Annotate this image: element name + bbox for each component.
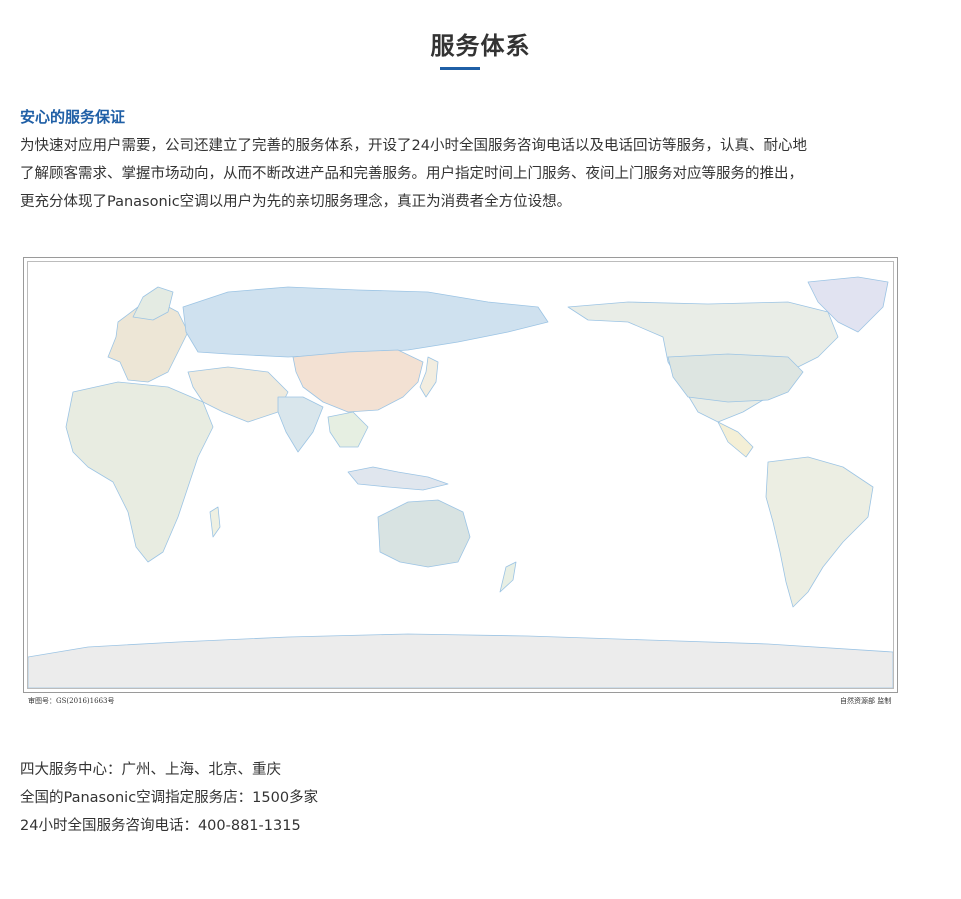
intro-line: 了解顾客需求、掌握市场动向，从而不断改进产品和完善服务。用户指定时间上门服务、夜… — [20, 166, 803, 182]
service-hotline: 24小时全国服务咨询电话：400-881-1315 — [20, 818, 301, 834]
map-approval-number: 审图号：GS(2016)1663号 — [28, 697, 115, 705]
map-region-indonesia — [347, 466, 449, 491]
title-underline — [440, 67, 480, 70]
map-region-usa — [667, 353, 804, 403]
map-region-madagascar — [209, 506, 221, 538]
world-map-drawing — [28, 276, 893, 688]
map-region-antarctica — [28, 633, 893, 688]
map-region-new-zealand — [499, 561, 517, 593]
intro-paragraph: 为快速对应用户需要，公司还建立了完善的服务体系，开设了24小时全国服务咨询电话以… — [20, 132, 920, 216]
map-publisher: 自然资源部 监制 — [840, 697, 892, 705]
map-region-india — [277, 396, 324, 453]
service-centers: 四大服务中心：广州、上海、北京、重庆 — [20, 762, 281, 778]
intro-line: 为快速对应用户需要，公司还建立了完善的服务体系，开设了24小时全国服务咨询电话以… — [20, 138, 807, 154]
map-region-southeast-asia — [327, 411, 369, 448]
map-region-south-america — [765, 456, 874, 608]
world-map-image — [23, 257, 898, 693]
intro-line: 更充分体现了Panasonic空调以用户为先的亲切服务理念，真正为消费者全方位设… — [20, 194, 572, 210]
map-region-central-america — [717, 421, 754, 458]
world-map-canvas — [27, 261, 894, 689]
map-region-russia — [182, 286, 549, 358]
service-info-list: 四大服务中心：广州、上海、北京、重庆 全国的Panasonic空调指定服务店：1… — [20, 756, 318, 840]
page-title: 服务体系 — [430, 32, 531, 60]
map-region-australia — [377, 499, 471, 568]
section-subheading: 安心的服务保证 — [20, 108, 126, 126]
authorized-stores: 全国的Panasonic空调指定服务店：1500多家 — [20, 790, 319, 806]
map-region-africa — [65, 381, 214, 563]
